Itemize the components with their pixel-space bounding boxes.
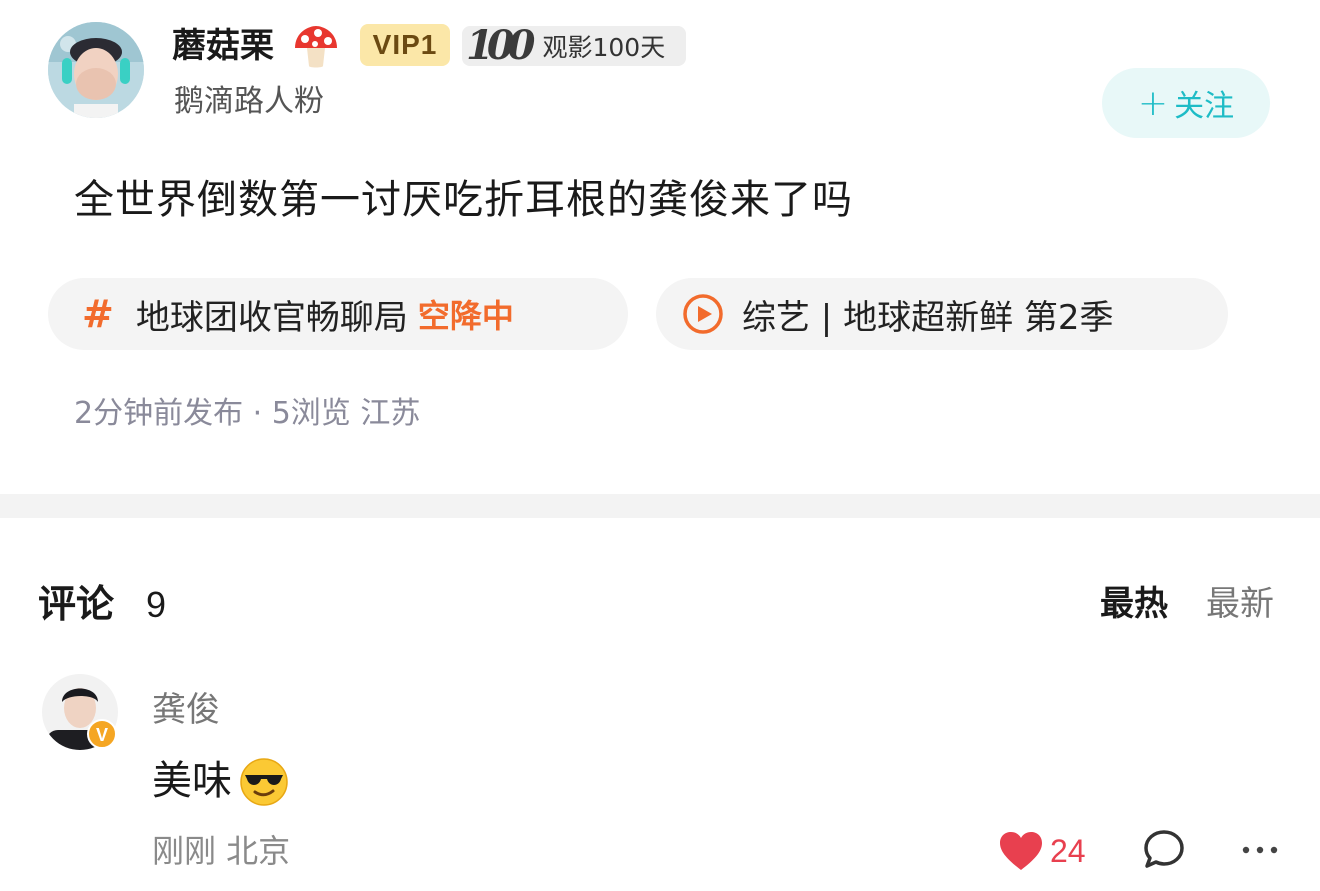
comments-count: 9 <box>146 584 167 625</box>
comment-bubble-icon[interactable] <box>1142 828 1186 872</box>
commenter-name[interactable]: 龚俊 <box>152 686 220 734</box>
play-circle-icon <box>683 294 723 334</box>
verified-icon: V <box>96 725 108 745</box>
follow-button[interactable]: + 关注 <box>1102 68 1270 138</box>
vip-badge: VIP1 <box>360 24 450 66</box>
post-meta: 2分钟前发布 · 5浏览 江苏 <box>74 396 421 431</box>
mushroom-icon <box>291 24 341 70</box>
plus-icon: + <box>1137 82 1169 124</box>
watch-days-number: 100 <box>466 22 535 69</box>
section-divider <box>0 494 1320 518</box>
author-avatar[interactable] <box>48 22 144 118</box>
like-count: 24 <box>1050 833 1086 869</box>
post-text: 全世界倒数第一讨厌吃折耳根的龚俊来了吗 <box>74 177 853 223</box>
comments-title: 评论 <box>38 582 115 626</box>
watch-days-label: 观影100天 <box>542 33 666 62</box>
more-options-icon[interactable] <box>1240 840 1280 860</box>
watch-days-badge: 100 观影100天 <box>462 26 686 66</box>
fan-level-label: 鹅滴路人粉 <box>174 84 324 119</box>
sort-new-tab[interactable]: 最新 <box>1206 580 1274 628</box>
commenter-avatar[interactable]: V <box>40 672 118 752</box>
comment-meta: 刚刚 北京 <box>152 832 291 870</box>
topic-status-badge: 空降中 <box>417 297 514 335</box>
sort-hot-tab[interactable]: 最热 <box>1100 580 1168 628</box>
comment-body: 美味 <box>152 754 290 808</box>
show-label: 综艺 | 地球超新鲜 第2季 <box>742 297 1114 338</box>
topic-chip[interactable]: # 地球团收官畅聊局 空降中 <box>48 278 628 350</box>
heart-icon[interactable] <box>998 830 1044 872</box>
hash-icon: # <box>82 292 114 336</box>
follow-label: 关注 <box>1174 89 1235 124</box>
comment-text: 美味 <box>152 758 232 804</box>
author-name[interactable]: 蘑菇栗 <box>172 22 274 70</box>
show-chip[interactable]: 综艺 | 地球超新鲜 第2季 <box>656 278 1228 350</box>
topic-label: 地球团收官畅聊局 <box>135 297 408 338</box>
sunglasses-face-icon <box>240 758 288 806</box>
